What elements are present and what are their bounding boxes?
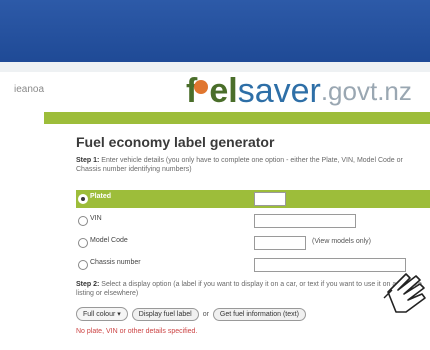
option-row-vin[interactable]: VIN (76, 212, 430, 230)
pointer-hand-icon (383, 273, 426, 313)
display-controls: Full colour ▾ Display fuel label or Get … (76, 306, 306, 322)
or-text: or (202, 310, 209, 318)
logo-saver: saver (237, 72, 321, 110)
plate-radio[interactable] (78, 194, 88, 204)
vin-radio[interactable] (78, 216, 88, 226)
view-models-link[interactable]: (View models only) (312, 238, 371, 245)
nav-bar (44, 112, 430, 124)
plate-input[interactable] (254, 192, 286, 206)
top-banner (0, 0, 430, 62)
plate-label: Plated (90, 193, 112, 200)
leaf-icon (194, 80, 209, 94)
error-message: No plate, VIN or other details specified… (76, 328, 198, 335)
step2-label: Step 2: (76, 281, 100, 288)
model-code-input[interactable] (254, 236, 306, 250)
chassis-label: Chassis number (90, 259, 141, 266)
get-fuel-information-button[interactable]: Get fuel information (text) (212, 307, 306, 321)
logo-el: el (209, 72, 238, 110)
step2-text: Select a display option (a label if you … (76, 281, 422, 297)
step1-instructions: Step 1: Enter vehicle details (you only … (76, 156, 426, 174)
fuelsaver-logo[interactable]: f el saver .govt.nz (186, 74, 412, 108)
chassis-radio[interactable] (78, 260, 88, 270)
page-title: Fuel economy label generator (76, 134, 275, 150)
option-row-plate[interactable]: Plated (76, 190, 430, 208)
model-code-radio[interactable] (78, 238, 88, 248)
step2-instructions: Step 2: Select a display option (a label… (76, 280, 426, 298)
option-row-chassis[interactable]: Chassis number (76, 256, 430, 274)
vin-input[interactable] (254, 214, 356, 228)
display-option-select[interactable]: Full colour ▾ (76, 307, 128, 321)
model-code-label: Model Code (90, 237, 128, 244)
select-value: Full colour (83, 311, 116, 318)
step1-label: Step 1: (76, 157, 100, 164)
chevron-down-icon: ▾ (117, 311, 121, 318)
vin-label: VIN (90, 215, 102, 222)
step1-text: Enter vehicle details (you only have to … (76, 157, 403, 173)
partner-brand: ieanoa (14, 84, 45, 95)
banner-gap (0, 62, 430, 72)
logo-domain: .govt.nz (320, 76, 412, 106)
option-row-model-code[interactable]: Model Code (View models only) (76, 234, 430, 252)
display-fuel-label-button[interactable]: Display fuel label (131, 307, 199, 321)
